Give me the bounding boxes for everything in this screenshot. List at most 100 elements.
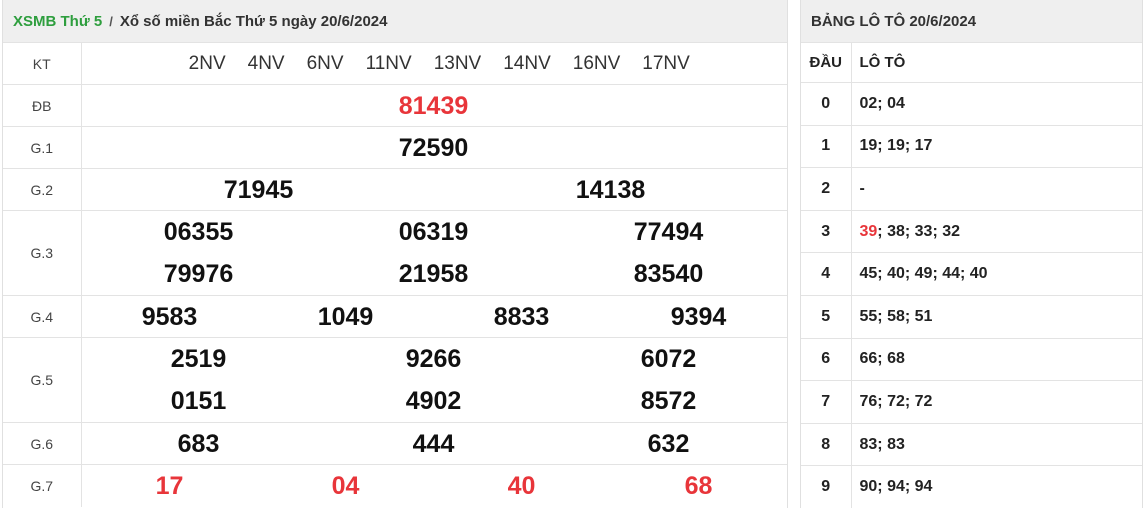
prize-number: 683 [177,430,220,458]
loto-rest: 19; 19; 17 [859,137,933,155]
prize-number: 9394 [670,303,727,331]
loto-rest: 83; 83 [859,435,905,453]
loto-dau: 3 [801,209,852,253]
prize-number: 444 [412,430,455,458]
prize-number: 14138 [575,176,646,204]
loto-rest: 02; 04 [859,94,905,112]
loto-values: 39; 38; 33; 32 [851,209,1142,253]
loto-highlight: 39 [859,222,878,240]
loto-row: 7 76; 72; 72 [801,380,1142,424]
prize-number: 83540 [633,260,704,288]
loto-values: - [851,167,1142,211]
loto-title: BẢNG LÔ TÔ 20/6/2024 [811,12,977,30]
loto-rest: 90; 94; 94 [859,478,933,496]
kt-code: 4NV [247,52,285,74]
kt-label: KT [3,42,82,85]
prize-row-g1: G.1 72590 [3,126,787,169]
loto-dau: 5 [801,294,852,339]
prize-number: 4902 [405,387,462,415]
loto-row: 6 66; 68 [801,337,1142,381]
loto-dau: 2 [801,167,852,211]
loto-header: BẢNG LÔ TÔ 20/6/2024 [801,0,1142,42]
prize-number: 79976 [163,260,234,288]
prize-label-g3: G.3 [3,210,82,296]
prize-number: 2519 [170,345,227,373]
prize-number: 40 [507,472,536,500]
kt-codes: 2NV 4NV 6NV 11NV 13NV 14NV 16NV 17NV [81,42,787,85]
prize-number: 8833 [493,303,550,331]
prize-number: 9266 [405,345,462,373]
prize-label-g1: G.1 [3,126,82,169]
loto-row: 0 02; 04 [801,82,1142,126]
loto-row: 2 - [801,167,1142,211]
prize-number: 6072 [640,345,697,373]
kt-code: 2NV [188,52,226,74]
prize-number: 21958 [398,260,469,288]
results-panel: XSMB Thứ 5 / Xổ số miền Bắc Thứ 5 ngày 2… [2,0,788,508]
loto-row: 5 55; 58; 51 [801,294,1142,339]
loto-dau: 8 [801,422,852,466]
loto-rest: 45; 40; 49; 44; 40 [859,265,988,283]
loto-values: 55; 58; 51 [851,294,1142,339]
kt-code: 11NV [365,52,412,74]
loto-values: 90; 94; 94 [851,465,1142,508]
prize-row-g5: G.5 2519 9266 6072 0151 4902 8572 [3,337,787,423]
kt-code: 17NV [642,52,690,74]
special-prize-number: 81439 [398,92,469,120]
prize-number: 632 [647,430,690,458]
loto-dau: 1 [801,124,852,168]
loto-row: 4 45; 40; 49; 44; 40 [801,252,1142,296]
prize-number: 17 [155,472,184,500]
prize-number: 71945 [223,176,294,204]
loto-dau: 9 [801,465,852,508]
loto-header-row: ĐẦU LÔ TÔ [801,42,1142,83]
loto-dau: 0 [801,82,852,126]
col-dau-header: ĐẦU [801,42,852,83]
loto-panel: BẢNG LÔ TÔ 20/6/2024 ĐẦU LÔ TÔ 0 02; 04 … [800,0,1143,508]
prize-label-g5: G.5 [3,337,82,423]
prize-label-g4: G.4 [3,295,82,338]
kt-code: 6NV [306,52,344,74]
prize-number: 04 [331,472,360,500]
kt-code: 16NV [572,52,621,74]
loto-values: 02; 04 [851,82,1142,126]
kt-code: 14NV [503,52,551,74]
prize-row-g4: G.4 9583 1049 8833 9394 [3,295,787,338]
prize-number: 77494 [633,218,704,246]
prize-row-g2: G.2 71945 14138 [3,168,787,211]
loto-table: ĐẦU LÔ TÔ 0 02; 04 1 19; 19; 17 2 - 3 39… [801,42,1142,508]
xsmb-thu5-link[interactable]: XSMB Thứ 5 [13,13,102,30]
prize-label-g2: G.2 [3,168,82,211]
prize-row-g6: G.6 683 444 632 [3,422,787,465]
loto-row: 3 39; 38; 33; 32 [801,209,1142,253]
loto-row: 1 19; 19; 17 [801,124,1142,168]
loto-values: 76; 72; 72 [851,380,1142,424]
prize-row-db: ĐB 81439 [3,84,787,127]
loto-values: 45; 40; 49; 44; 40 [851,252,1142,296]
kt-code: 13NV [433,52,482,74]
breadcrumb-separator: / [109,13,113,29]
prize-number: 68 [684,472,713,500]
prize-number: 06319 [398,218,469,246]
loto-values: 66; 68 [851,337,1142,381]
prize-number: 1049 [317,303,374,331]
prize-row-g3: G.3 06355 06319 77494 79976 21958 83540 [3,210,787,296]
loto-row: 8 83; 83 [801,422,1142,466]
prize-number: 06355 [163,218,234,246]
loto-values: 19; 19; 17 [851,124,1142,168]
loto-rest: 55; 58; 51 [859,307,933,325]
kt-row: KT 2NV 4NV 6NV 11NV 13NV 14NV 16NV 17NV [3,42,787,85]
loto-rest: 66; 68 [859,350,905,368]
prize-number: 8572 [640,387,697,415]
loto-rest: - [859,179,865,197]
prize-number: 9583 [141,303,198,331]
prize-number: 72590 [398,134,469,162]
prize-label-db: ĐB [3,84,82,127]
loto-values: 83; 83 [851,422,1142,466]
prize-number: 0151 [170,387,227,415]
loto-dau: 7 [801,380,852,424]
loto-dau: 6 [801,337,852,381]
results-header: XSMB Thứ 5 / Xổ số miền Bắc Thứ 5 ngày 2… [3,0,787,42]
loto-row: 9 90; 94; 94 [801,465,1142,508]
results-table: KT 2NV 4NV 6NV 11NV 13NV 14NV 16NV 17NV … [3,42,787,507]
